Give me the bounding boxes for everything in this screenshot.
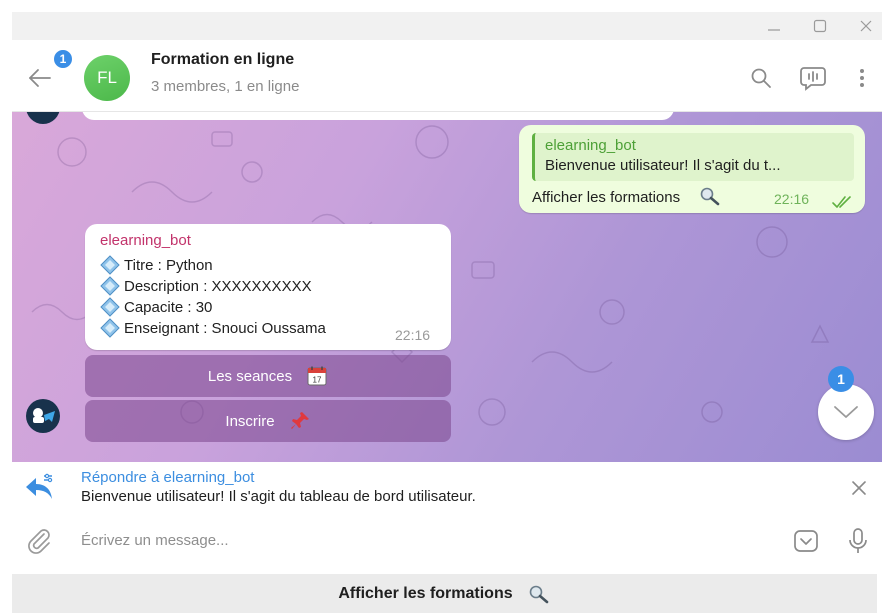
line-text: Enseignant : Snouci Oussama [124,319,326,337]
attach-button[interactable] [24,526,54,556]
message-input[interactable] [81,526,761,554]
maximize-button[interactable] [808,16,832,36]
line-text: Capacite : 30 [124,298,213,316]
magnifier-icon [529,585,548,603]
svg-text:17: 17 [313,376,322,385]
microphone-icon [849,528,867,553]
diamond-icon [100,276,120,296]
minimize-button[interactable] [762,16,786,36]
message-line: Titre : Python [100,255,213,275]
reply-title: Répondre à elearning_bot [81,469,255,486]
message-composer [12,512,882,568]
scroll-down-button[interactable] [818,384,874,440]
keyboard-toggle-icon [794,530,818,552]
maximize-icon [813,19,827,33]
diamond-icon [100,318,120,338]
incoming-message[interactable]: elearning_bot Titre : Python Description… [85,224,451,350]
close-icon [852,481,866,495]
message-line: Enseignant : Snouci Oussama [100,318,326,338]
paperclip-icon [28,529,50,554]
diamond-icon [100,297,120,317]
quote-sender: elearning_bot [545,137,636,154]
voice-chat-button[interactable] [797,62,829,94]
unread-count-badge: 1 [828,366,854,392]
message-line: Description : XXXXXXXXXX [100,276,312,296]
chat-header: 1 FL Formation en ligne 3 membres, 1 en … [12,40,882,112]
reply-keyboard-label: Afficher les formations [338,584,513,602]
message-text-label: Afficher les formations [532,189,681,206]
previous-message-bubble [82,112,674,120]
line-text: Titre : Python [124,256,213,274]
close-icon [860,20,872,32]
reply-quote[interactable]: elearning_bot Bienvenue utilisateur! Il … [532,133,854,181]
reply-text: Bienvenue utilisateur! Il s'agit du tabl… [81,488,476,505]
unread-badge: 1 [52,48,74,70]
double-check-icon [832,196,851,208]
more-vertical-icon [860,69,864,87]
live-stream-icon [800,67,826,91]
chat-status: 3 membres, 1 en ligne [151,78,300,95]
message-time: 22:16 [395,327,431,343]
bot-avatar[interactable] [26,399,60,433]
bot-logo-icon [33,408,55,423]
diamond-icon [100,255,120,275]
group-avatar[interactable]: FL [84,55,130,101]
close-window-button[interactable] [854,16,878,36]
telegram-window: 1 FL Formation en ligne 3 membres, 1 en … [12,12,882,613]
chat-title[interactable]: Formation en ligne [151,51,294,69]
message-list[interactable]: elearning_bot Bienvenue utilisateur! Il … [12,112,882,462]
more-options-button[interactable] [846,62,878,94]
button-label: Les seances [207,367,293,385]
reply-keyboard-button[interactable]: Afficher les formations [12,574,877,613]
message-text: Afficher les formations [532,186,722,206]
line-text: Description : XXXXXXXXXX [124,277,312,295]
reply-arrow-icon [26,473,53,499]
chevron-down-icon [834,406,858,418]
inline-button-seances[interactable]: Les seances 17 [85,355,451,397]
title-bar [12,12,882,40]
magnifier-icon [700,187,720,206]
search-button[interactable] [745,62,777,94]
minimize-icon [768,29,780,31]
outgoing-message[interactable]: elearning_bot Bienvenue utilisateur! Il … [519,125,865,213]
search-icon [751,68,771,88]
voice-message-button[interactable] [842,525,874,557]
sender-name[interactable]: elearning_bot [100,232,191,249]
message-time: 22:16 [774,191,810,207]
inline-button-inscrire[interactable]: Inscrire [85,400,451,442]
bot-keyboard-button[interactable] [790,525,822,557]
quote-text: Bienvenue utilisateur! Il s'agit du t... [545,157,781,174]
pushpin-icon [290,412,309,429]
reply-preview[interactable]: Répondre à elearning_bot Bienvenue utili… [12,462,882,512]
button-label: Inscrire [225,412,275,430]
message-line: Capacite : 30 [100,297,212,317]
cancel-reply-button[interactable] [848,477,870,499]
calendar-icon: 17 [307,366,327,386]
